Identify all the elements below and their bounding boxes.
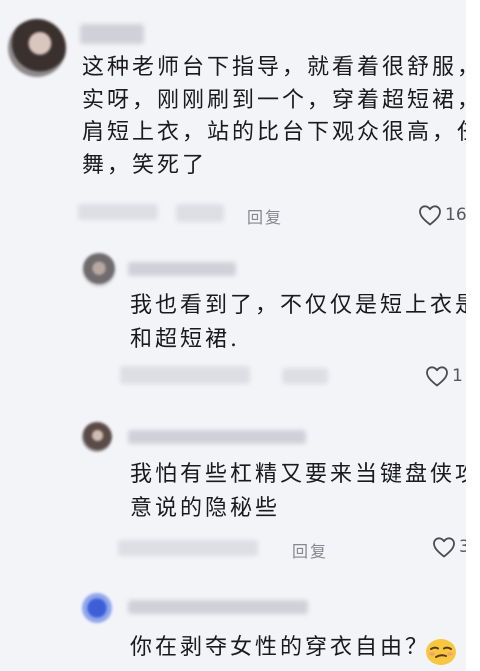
like-button[interactable]: 3 [432, 536, 466, 558]
like-count: 3 [459, 537, 466, 557]
like-count: 1 [452, 366, 463, 386]
comment-meta-blurred [176, 204, 224, 222]
username-blurred[interactable] [128, 430, 306, 444]
reply-button[interactable]: 回复 [247, 204, 283, 228]
reply-text: 我怕有些杠精又要来当键盘侠攻 意说的隐秘些 [130, 458, 466, 526]
reply-meta-blurred [120, 366, 250, 384]
reply-text: 你在剥夺女性的穿衣自由？ [130, 632, 430, 665]
comment-line: 实呀，刚刚刷到一个，穿着超短裙， [82, 87, 466, 113]
right-edge-strip [466, 0, 480, 671]
comment-line: 肩短上衣，站的比台下观众很高，任 [82, 120, 466, 145]
comment-thread: 这种老师台下指导，就看着很舒服， 实呀，刚刚刷到一个，穿着超短裙， 肩短上衣，站… [0, 0, 466, 671]
reply-button[interactable]: 回复 [292, 538, 328, 562]
user-avatar[interactable] [82, 593, 112, 623]
heart-outline-icon [433, 537, 455, 558]
username-blurred[interactable] [80, 24, 144, 44]
like-button[interactable]: 1 [425, 365, 463, 387]
comment-text: 这种老师台下指导，就看着很舒服， 实呀，刚刚刷到一个，穿着超短裙， 肩短上衣，站… [82, 52, 466, 182]
smirk-emoji-icon [426, 639, 456, 665]
reply-meta-blurred [118, 540, 258, 556]
reply-text: 我也看到了，不仅仅是短上衣是 和超短裙. [130, 289, 466, 357]
reply-meta-blurred [282, 368, 328, 384]
comment-line: 这种老师台下指导，就看着很舒服， [82, 55, 466, 80]
reply-line: 你在剥夺女性的穿衣自由？ [130, 635, 431, 660]
like-count: 16 [445, 205, 466, 225]
heart-outline-icon [419, 205, 441, 226]
reply-line: 我也看到了，不仅仅是短上衣是 [130, 293, 466, 318]
reply-line: 我怕有些杠精又要来当键盘侠攻 [130, 462, 466, 487]
user-avatar[interactable] [8, 19, 66, 77]
reply-line: 和超短裙. [130, 327, 240, 352]
heart-outline-icon [426, 366, 448, 387]
reply-line: 意说的隐秘些 [130, 496, 281, 521]
username-blurred[interactable] [128, 262, 236, 276]
user-avatar[interactable] [82, 253, 116, 287]
comment-line: 舞，笑死了 [82, 152, 208, 178]
username-blurred[interactable] [128, 600, 308, 614]
comment-meta-blurred [78, 204, 158, 220]
like-button[interactable]: 16 [418, 204, 466, 226]
user-avatar[interactable] [82, 422, 112, 452]
